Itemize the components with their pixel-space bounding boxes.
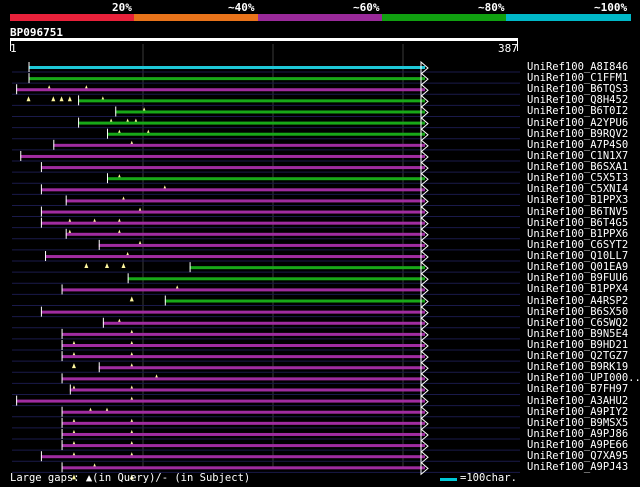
hit-name-link[interactable]: UniRef100_A4RSP2 [527, 295, 628, 307]
hit-bar [106, 177, 426, 181]
hit-bar [78, 99, 425, 103]
hit-bar [53, 143, 426, 147]
hit-start-tick [61, 462, 63, 473]
hit-start-tick [61, 406, 63, 417]
hit-start-tick [78, 95, 80, 106]
hit-start-tick [40, 162, 42, 173]
hit-start-tick [61, 428, 63, 439]
query-gap-marker [84, 263, 89, 269]
hit-start-tick [78, 117, 80, 128]
hit-start-tick [102, 317, 104, 328]
hit-bar [61, 355, 426, 359]
hit-bar [98, 243, 425, 247]
hit-bar [40, 166, 425, 170]
query-gap-marker [121, 263, 126, 269]
hit-bar [65, 199, 425, 203]
hit-bar [65, 232, 425, 236]
hit-bar [16, 399, 425, 403]
hit-bar [28, 77, 426, 81]
hit-start-tick [16, 84, 18, 95]
query-gap-marker [129, 296, 134, 302]
hit-name-link[interactable]: UniRef100_A9PJ43 [527, 462, 628, 473]
hit-bar [127, 277, 425, 281]
hit-bar [40, 310, 425, 314]
hit-bar [61, 466, 426, 470]
hit-bar [40, 221, 425, 225]
hit-bar [40, 455, 425, 459]
scale-bar [440, 478, 457, 481]
hit-start-tick [69, 384, 71, 395]
hit-start-tick [40, 451, 42, 462]
hit-bar [40, 188, 425, 192]
hit-name-link[interactable]: UniRef100_B1PPX3 [527, 195, 628, 206]
hit-start-tick [106, 128, 108, 139]
hit-bar [16, 88, 425, 92]
hit-name-link[interactable]: UniRef100_A2YPU6 [527, 117, 628, 129]
hit-start-tick [189, 262, 191, 273]
hit-start-tick [28, 62, 30, 72]
hit-name-link[interactable]: UniRef100_B6TNV5 [527, 206, 628, 218]
hit-start-tick [40, 184, 42, 195]
query-gap-marker [67, 96, 72, 102]
hit-name-link[interactable]: UniRef100_B1PPX4 [527, 284, 628, 295]
query-gap-marker [59, 96, 64, 102]
query-gap-marker [104, 263, 109, 269]
hit-bar [61, 410, 426, 414]
hit-bar [115, 110, 425, 114]
hit-start-tick [164, 295, 166, 306]
hit-bar [45, 255, 425, 259]
hit-bar [61, 344, 426, 347]
hit-bar [61, 432, 426, 436]
hit-start-tick [115, 106, 117, 117]
hit-start-tick [40, 306, 42, 317]
hit-start-tick [98, 239, 100, 250]
hit-start-tick [61, 373, 63, 384]
query-gap-marker [26, 96, 31, 102]
scale-label: =100char. [460, 472, 517, 484]
hit-start-tick [61, 351, 63, 362]
hit-start-tick [28, 73, 30, 84]
hit-start-tick [61, 284, 63, 295]
hit-name-link[interactable]: UniRef100_B7FH97 [527, 384, 628, 395]
hit-start-tick [127, 273, 129, 284]
hit-bar [164, 299, 425, 303]
hit-bar [69, 388, 425, 392]
hit-name-link[interactable]: UniRef100_A3AHU2 [527, 395, 628, 407]
query-gap-marker [51, 96, 56, 102]
hit-bar [28, 66, 426, 69]
footer-gaps-legend: Large gaps: ▲(in Query)/- (in Subject) [10, 472, 251, 484]
hit-start-tick [65, 195, 67, 206]
hit-bar [61, 377, 426, 381]
hit-start-tick [65, 228, 67, 239]
hit-bar [78, 121, 425, 125]
hit-name-link[interactable]: UniRef100_B6SX50 [527, 306, 628, 318]
hit-start-tick [40, 206, 42, 217]
hit-bar [61, 288, 426, 292]
hit-start-tick [16, 395, 18, 406]
hit-bar [20, 154, 425, 158]
hit-bar [106, 132, 426, 136]
hit-start-tick [106, 173, 108, 184]
hit-start-tick [61, 440, 63, 451]
hit-bar [40, 210, 425, 214]
hit-start-tick [40, 217, 42, 228]
hit-bar [189, 266, 425, 270]
hit-start-tick [61, 328, 63, 339]
hit-bar [98, 366, 425, 370]
hit-start-tick [20, 150, 22, 161]
query-gap-marker [71, 363, 76, 369]
hit-start-tick [45, 251, 47, 262]
hit-bar [61, 332, 426, 336]
hit-name-link[interactable]: UniRef100_B6T0I2 [527, 106, 628, 117]
hit-start-tick [53, 139, 55, 150]
hit-bar [61, 421, 426, 425]
hit-bar [102, 321, 426, 325]
hit-bar [61, 444, 426, 448]
hit-start-tick [98, 362, 100, 373]
hit-start-tick [61, 417, 63, 428]
hit-start-tick [61, 340, 63, 350]
